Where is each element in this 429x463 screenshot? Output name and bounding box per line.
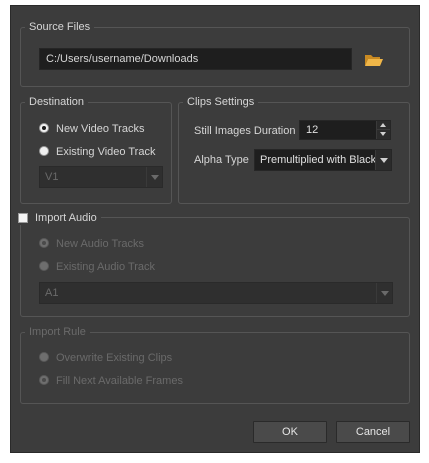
import-rule-group: Import Rule Overwrite Existing Clips Fil…: [20, 325, 410, 404]
still-duration-label: Still Images Duration: [194, 125, 296, 137]
source-path-input[interactable]: C:/Users/username/Downloads: [39, 48, 352, 70]
chevron-down-icon[interactable]: [376, 283, 392, 303]
import-rule-legend: Import Rule: [25, 325, 90, 339]
video-track-value: V1: [45, 171, 59, 183]
folder-open-icon[interactable]: [364, 53, 384, 67]
radio-button[interactable]: [39, 123, 49, 133]
radio-button[interactable]: [39, 352, 49, 362]
destination-legend: Destination: [25, 95, 89, 109]
radio-label: Existing Video Track: [56, 146, 156, 158]
import-media-dialog: Source Files C:/Users/username/Downloads…: [10, 5, 420, 453]
clips-settings-group: Clips Settings Still Images Duration 12 …: [178, 95, 410, 204]
radio-label: Overwrite Existing Clips: [56, 352, 173, 364]
audio-track-value: A1: [45, 287, 59, 299]
import-audio-header[interactable]: Import Audio: [15, 211, 101, 225]
still-duration-value: 12: [306, 124, 319, 136]
cancel-button[interactable]: Cancel: [336, 421, 410, 443]
import-audio-group: Import Audio New Audio Tracks Existing A…: [15, 211, 410, 317]
spin-down-icon[interactable]: [376, 130, 390, 139]
destination-group: Destination New Video Tracks Existing Vi…: [20, 95, 172, 204]
radio-button[interactable]: [39, 238, 49, 248]
alpha-type-label: Alpha Type: [194, 154, 249, 166]
video-track-select[interactable]: V1: [39, 166, 163, 188]
source-files-legend: Source Files: [25, 20, 95, 34]
source-files-group: Source Files C:/Users/username/Downloads: [20, 20, 410, 87]
radio-button[interactable]: [39, 375, 49, 385]
radio-button[interactable]: [39, 146, 49, 156]
import-audio-label: Import Audio: [35, 212, 97, 224]
chevron-down-icon[interactable]: [375, 150, 391, 170]
ok-button[interactable]: OK: [253, 421, 327, 443]
radio-label: Existing Audio Track: [56, 261, 156, 273]
alpha-type-select[interactable]: Premultiplied with Black: [254, 149, 392, 171]
radio-label: New Audio Tracks: [56, 238, 145, 250]
spin-up-icon[interactable]: [376, 121, 390, 130]
radio-label: Fill Next Available Frames: [56, 375, 183, 387]
radio-label: New Video Tracks: [56, 123, 145, 135]
audio-track-select[interactable]: A1: [39, 282, 393, 304]
clips-settings-legend: Clips Settings: [183, 95, 259, 109]
chevron-down-icon[interactable]: [146, 167, 162, 187]
alpha-type-value: Premultiplied with Black: [260, 154, 377, 166]
radio-button[interactable]: [39, 261, 49, 271]
still-duration-spinbox[interactable]: 12: [299, 120, 391, 140]
